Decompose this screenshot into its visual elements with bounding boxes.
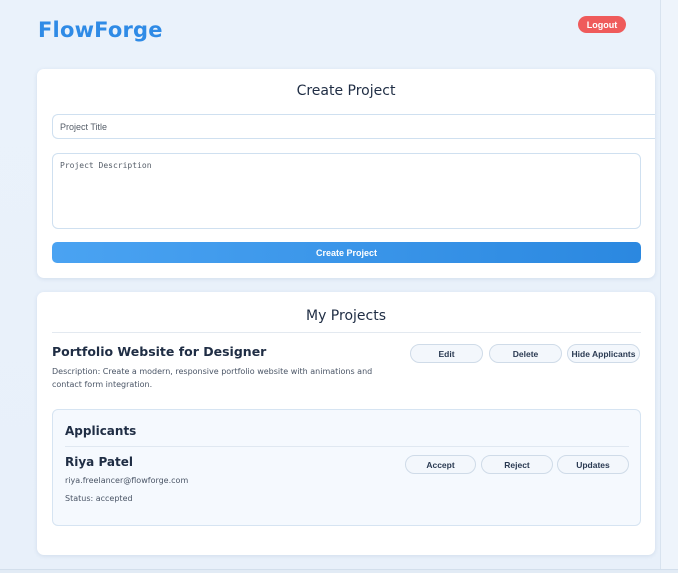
project-name: Portfolio Website for Designer xyxy=(52,344,267,359)
logout-button[interactable]: Logout xyxy=(578,16,626,33)
accept-applicant-button[interactable]: Accept xyxy=(405,455,476,474)
my-projects-card: My Projects Portfolio Website for Design… xyxy=(37,292,655,555)
applicant-email: riya.freelancer@flowforge.com xyxy=(65,476,189,485)
my-projects-title: My Projects xyxy=(305,308,386,324)
updates-applicant-button[interactable]: Updates xyxy=(557,455,629,474)
project-title-input[interactable] xyxy=(52,114,655,139)
applicants-title: Applicants xyxy=(65,424,137,438)
create-project-card: Create Project Create Project xyxy=(37,69,655,278)
section-divider xyxy=(52,332,641,333)
reject-applicant-button[interactable]: Reject xyxy=(481,455,553,474)
hide-applicants-button[interactable]: Hide Applicants xyxy=(567,344,640,363)
applicant-name: Riya Patel xyxy=(65,455,134,469)
edit-project-button[interactable]: Edit xyxy=(410,344,483,363)
delete-project-button[interactable]: Delete xyxy=(489,344,562,363)
scrollbar-track[interactable] xyxy=(660,0,678,573)
applicant-status: Status: accepted xyxy=(65,494,133,503)
create-project-title: Create Project xyxy=(296,83,396,99)
project-description-input[interactable] xyxy=(52,153,641,229)
applicants-panel: Applicants Riya Patel riya.freelancer@fl… xyxy=(52,409,641,526)
page: FlowForge Logout Create Project Create P… xyxy=(0,0,678,573)
app-logo: FlowForge xyxy=(38,18,163,42)
project-description: Description: Create a modern, responsive… xyxy=(52,367,373,389)
bottom-edge xyxy=(0,569,678,573)
create-project-button[interactable]: Create Project xyxy=(52,242,641,263)
applicants-divider xyxy=(65,446,629,447)
